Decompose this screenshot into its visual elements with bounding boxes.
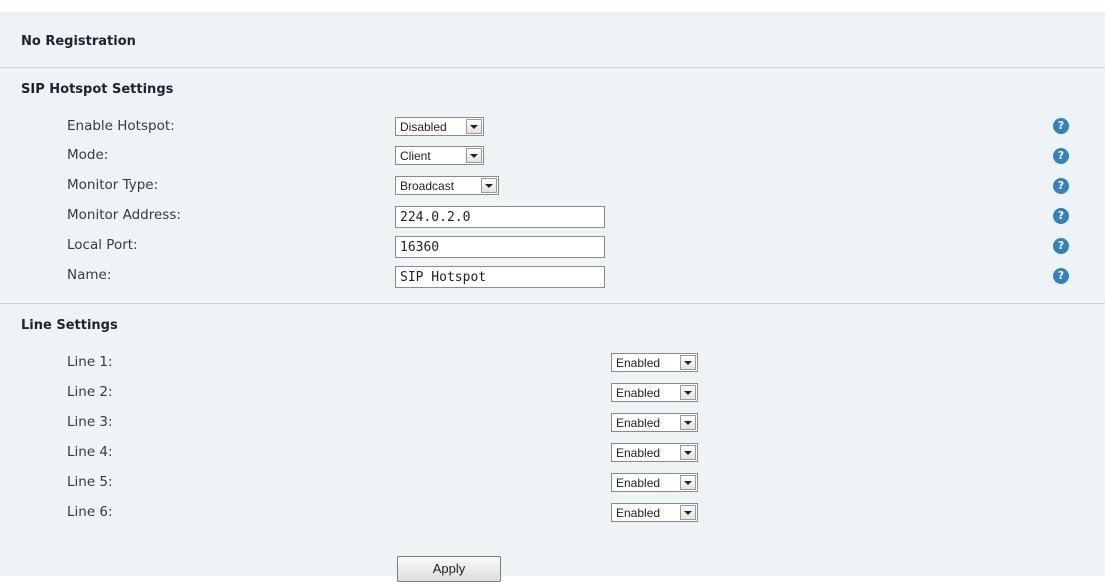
line-section-title: Line Settings	[21, 318, 118, 333]
help-icon[interactable]: ?	[1053, 118, 1069, 134]
help-icon[interactable]: ?	[1053, 268, 1069, 284]
chevron-down-icon[interactable]	[680, 355, 696, 370]
line-2-value: Enabled	[616, 385, 661, 400]
chevron-down-icon[interactable]	[680, 475, 696, 490]
line-5-value: Enabled	[616, 475, 661, 490]
line-4-label: Line 4:	[67, 444, 113, 460]
local-port-label: Local Port:	[67, 237, 138, 253]
line-6-select[interactable]: Enabled	[611, 503, 698, 522]
name-label: Name:	[67, 267, 112, 283]
help-icon[interactable]: ?	[1053, 238, 1069, 254]
line-1-select[interactable]: Enabled	[611, 353, 698, 372]
hotspot-section-title: SIP Hotspot Settings	[21, 82, 174, 97]
help-icon[interactable]: ?	[1053, 148, 1069, 164]
monitor-type-select[interactable]: Broadcast	[395, 176, 499, 195]
line-1-value: Enabled	[616, 355, 661, 370]
top-band	[0, 0, 1105, 12]
enable-hotspot-select[interactable]: Disabled	[395, 117, 484, 136]
chevron-down-icon[interactable]	[680, 415, 696, 430]
line-3-label: Line 3:	[67, 414, 113, 430]
registration-status-title: No Registration	[21, 34, 136, 49]
mode-label: Mode:	[67, 147, 109, 163]
line-2-select[interactable]: Enabled	[611, 383, 698, 402]
monitor-type-label: Monitor Type:	[67, 177, 159, 193]
help-icon[interactable]: ?	[1053, 208, 1069, 224]
line-3-select[interactable]: Enabled	[611, 413, 698, 432]
chevron-down-icon[interactable]	[680, 445, 696, 460]
mode-value: Client	[400, 148, 431, 163]
monitor-address-label: Monitor Address:	[67, 207, 181, 223]
chevron-down-icon[interactable]	[466, 148, 482, 163]
line-6-value: Enabled	[616, 505, 661, 520]
line-2-label: Line 2:	[67, 384, 113, 400]
name-input[interactable]	[395, 266, 605, 288]
apply-button[interactable]: Apply	[397, 556, 501, 582]
monitor-type-value: Broadcast	[400, 178, 455, 193]
line-5-select[interactable]: Enabled	[611, 473, 698, 492]
section-divider	[0, 67, 1105, 68]
chevron-down-icon[interactable]	[680, 505, 696, 520]
enable-hotspot-value: Disabled	[400, 119, 447, 134]
monitor-address-input[interactable]	[395, 206, 605, 228]
line-6-label: Line 6:	[67, 504, 113, 520]
chevron-down-icon[interactable]	[466, 119, 482, 134]
line-4-select[interactable]: Enabled	[611, 443, 698, 462]
mode-select[interactable]: Client	[395, 146, 484, 165]
local-port-input[interactable]	[395, 236, 605, 258]
line-4-value: Enabled	[616, 445, 661, 460]
line-1-label: Line 1:	[67, 354, 113, 370]
help-icon[interactable]: ?	[1053, 178, 1069, 194]
enable-hotspot-label: Enable Hotspot:	[67, 118, 175, 134]
chevron-down-icon[interactable]	[680, 385, 696, 400]
line-5-label: Line 5:	[67, 474, 113, 490]
line-3-value: Enabled	[616, 415, 661, 430]
section-divider	[0, 303, 1105, 304]
chevron-down-icon[interactable]	[481, 178, 497, 193]
